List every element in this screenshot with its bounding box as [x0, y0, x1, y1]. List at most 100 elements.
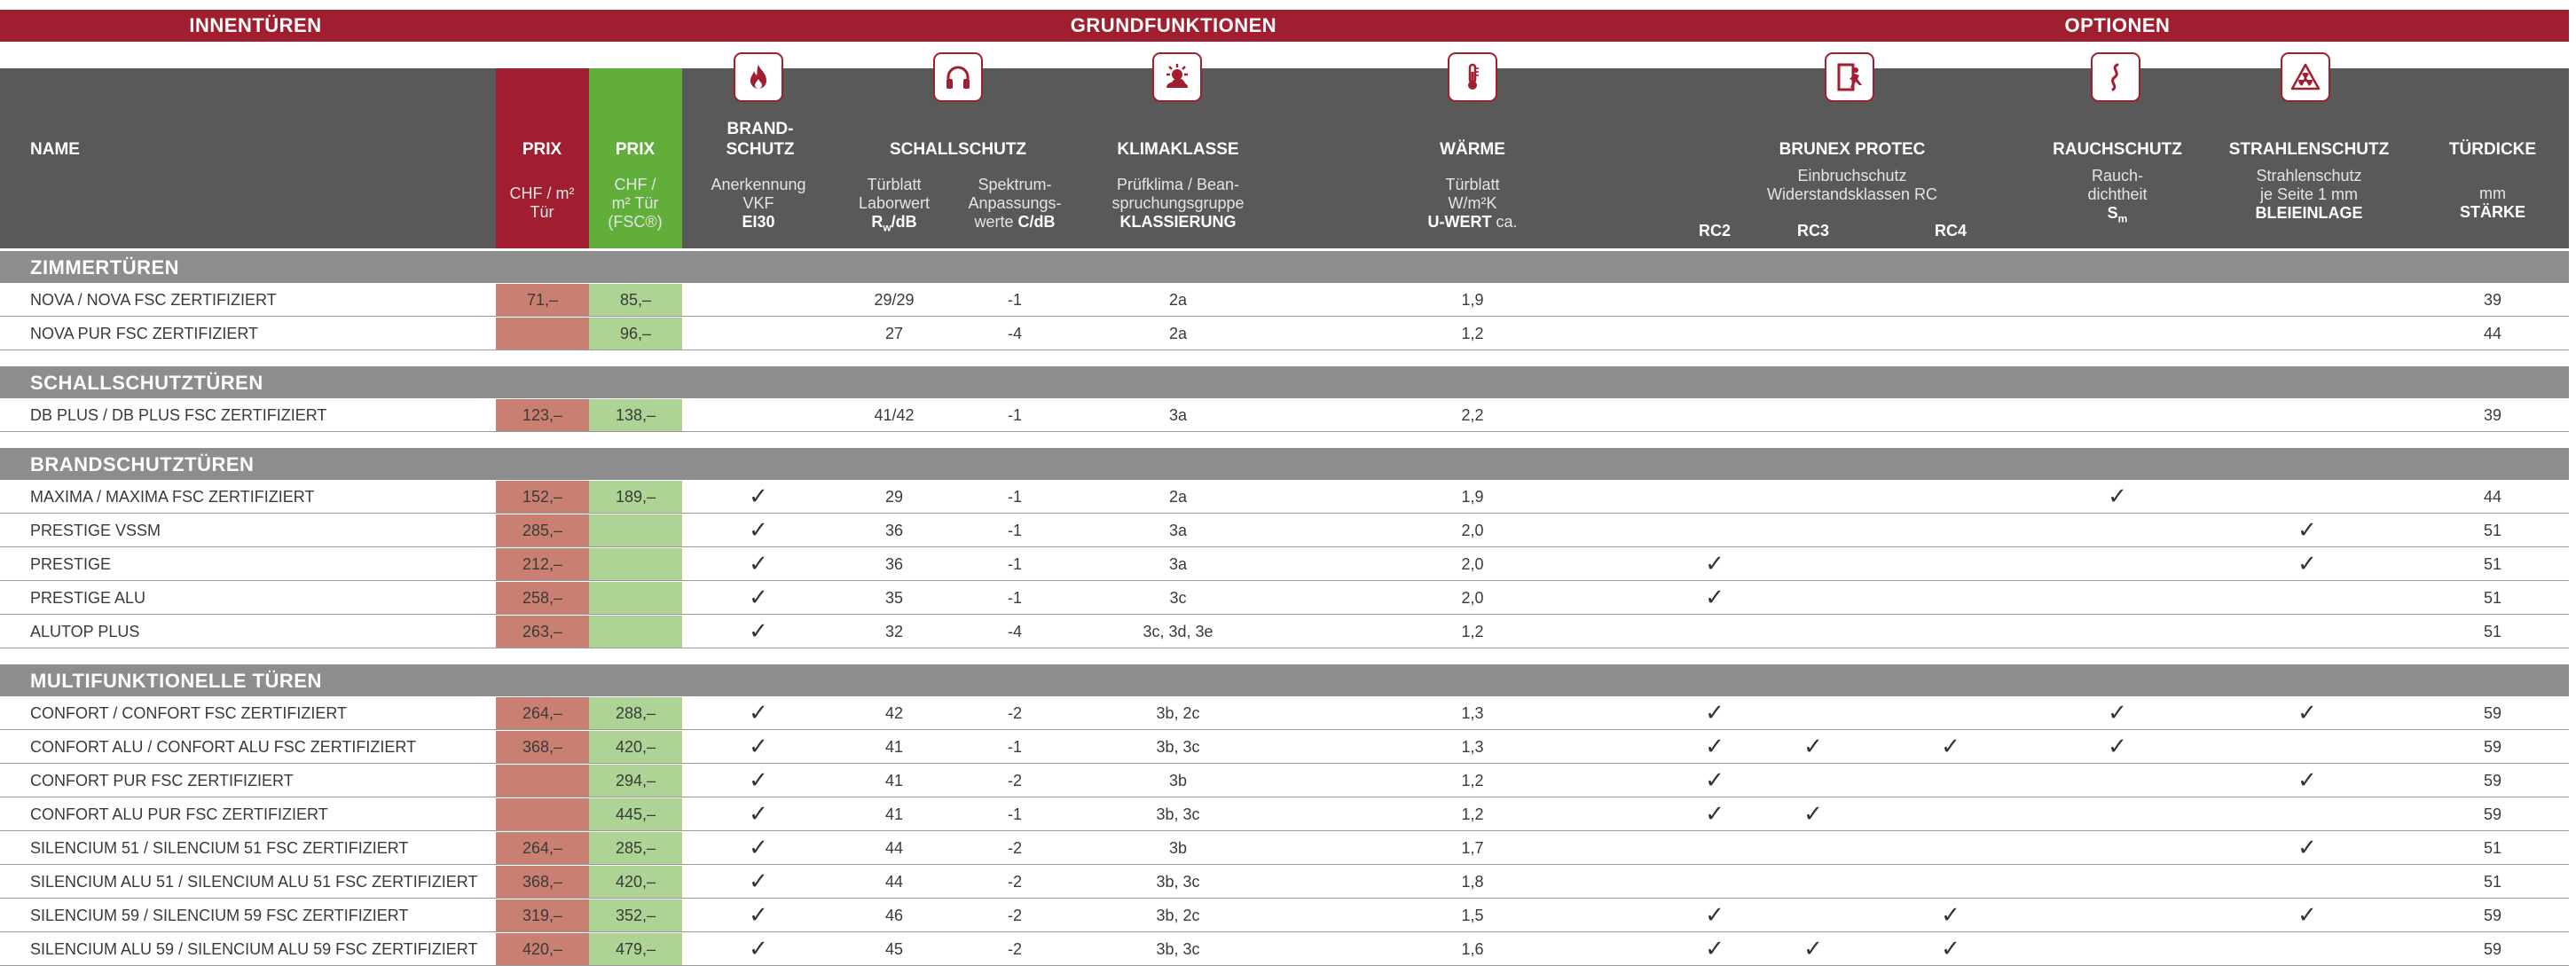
cell-c: -1 [1007, 738, 1023, 756]
prix-cell: 123,– [496, 399, 589, 431]
spektrum-sub-line3a: werte [974, 213, 1018, 231]
prix-sub: CHF / m² Tür [510, 185, 575, 222]
checkmark-icon: ✓ [749, 935, 768, 962]
cell-u: 1,5 [1461, 907, 1484, 924]
dicke-sub: mm STÄRKE [2460, 185, 2525, 222]
checkmark-icon: ✓ [2297, 834, 2317, 860]
checkmark-icon: ✓ [749, 516, 768, 543]
cell-klima: 2a [1168, 488, 1188, 506]
cell-c: -4 [1007, 623, 1023, 640]
prix-fsc-cell: 189,– [589, 481, 682, 513]
waerme-sub-line3a: U-WERT [1427, 213, 1492, 231]
product-name: NOVA PUR FSC ZERTIFIZIERT [30, 325, 259, 342]
laborwert-sub-line2: Laborwert [858, 194, 931, 212]
cell-rw: 29/29 [874, 291, 915, 309]
checkmark-icon: ✓ [2108, 733, 2127, 759]
checkmark-icon: ✓ [1803, 800, 1823, 827]
checkmark-icon: ✓ [749, 584, 768, 610]
laborwert-sub-line3: Rw/dB [871, 213, 917, 234]
prix-fsc-sub: CHF / m² Tür (FSC®) [608, 176, 662, 232]
smoke-icon [2091, 52, 2140, 102]
prix-value: 258,– [522, 589, 563, 607]
cell-rw: 45 [884, 940, 904, 958]
cell-mm: 59 [2483, 940, 2502, 958]
brunex-sub-line2: Widerstandsklassen RC [1766, 185, 1938, 203]
cell-klima: 3a [1168, 406, 1188, 424]
cell-klima: 2a [1168, 291, 1188, 309]
checkmark-icon: ✓ [2297, 901, 2317, 928]
cell-u: 2,0 [1461, 555, 1484, 573]
col-waerme-header: WÄRME [1440, 140, 1505, 159]
col-klimaklasse-header: KLIMAKLASSE [1117, 140, 1239, 159]
laborwert-sub-line1: Türblatt [867, 176, 922, 193]
prix-cell: 152,– [496, 481, 589, 513]
spektrum-sub-line2: Anpassungs- [968, 194, 1062, 212]
section-title: BRANDSCHUTZTÜREN [30, 453, 255, 475]
cell-c: -2 [1007, 907, 1023, 924]
table-row: 96,– NOVA PUR FSC ZERTIFIZIERT 27 -4 2a 1,2 44 [0, 318, 2569, 350]
checkmark-icon: ✓ [1705, 733, 1724, 759]
product-name: PRESTIGE ALU [30, 589, 146, 607]
waerme-sub-line3: U-WERT ca. [1428, 213, 1518, 232]
brandschutz-sub: Anerkennung VKF EI30 [711, 176, 805, 232]
cell-c: -2 [1007, 873, 1023, 891]
product-name: ALUTOP PLUS [30, 623, 140, 640]
prix-value: 319,– [522, 907, 563, 924]
cell-klima: 3b [1168, 772, 1188, 789]
prix-fsc-cell [589, 514, 682, 546]
cell-mm: 51 [2483, 555, 2502, 573]
rc4-header: RC4 [1934, 222, 1967, 240]
cell-klima: 3c [1169, 589, 1187, 607]
col-tuerdicke-header: TÜRDICKE [2448, 140, 2537, 159]
col-prix-fsc-header: PRIX [615, 140, 656, 159]
section-header: MULTIFUNKTIONELLE TÜREN [0, 664, 2569, 696]
prix-unit-line2: Tür [530, 203, 554, 221]
prix-fsc-value: 85,– [619, 291, 652, 309]
checkmark-icon: ✓ [749, 733, 768, 759]
prix-cell: 263,– [496, 616, 589, 648]
product-name: DB PLUS / DB PLUS FSC ZERTIFIZIERT [30, 406, 327, 424]
cell-mm: 51 [2483, 589, 2502, 607]
cell-c: -4 [1007, 325, 1023, 342]
waerme-sub: Türblatt W/m²K U-WERT ca. [1428, 176, 1518, 232]
col-brandschutz-header-2: SCHUTZ [726, 140, 795, 159]
cell-c: -1 [1007, 805, 1023, 823]
product-name: CONFORT PUR FSC ZERTIFIZIERT [30, 772, 294, 789]
section-title: ZIMMERTÜREN [30, 256, 180, 279]
prix-fsc-value: 420,– [615, 873, 656, 891]
table-row: 212,– PRESTIGE ✓ 36 -1 3a 2,0 ✓ ✓ 51 [0, 548, 2569, 581]
table-row: 263,– ALUTOP PLUS ✓ 32 -4 3c, 3d, 3e 1,2 51 [0, 616, 2569, 648]
cell-klima: 3b, 3c [1156, 805, 1200, 823]
cell-u: 1,2 [1461, 325, 1484, 342]
checkmark-icon: ✓ [749, 699, 768, 726]
cell-c: -2 [1007, 772, 1023, 789]
prix-fsc-value: 189,– [615, 488, 656, 506]
brandschutz-sub-line2: VKF [742, 194, 774, 212]
climate-icon [1152, 52, 1202, 102]
prix-cell: 420,– [496, 933, 589, 965]
checkmark-icon: ✓ [1803, 935, 1823, 962]
dicke-sub-line1: mm [2478, 185, 2506, 202]
cell-c: -1 [1007, 406, 1023, 424]
cell-u: 1,2 [1461, 623, 1484, 640]
thermometer-icon [1448, 52, 1497, 102]
klima-sub-line2: spruchungsgruppe [1111, 194, 1245, 212]
cell-rw: 41 [884, 738, 904, 756]
cell-mm: 51 [2483, 873, 2502, 891]
product-name: NOVA / NOVA FSC ZERTIFIZIERT [30, 291, 277, 309]
prix-fsc-value: 479,– [615, 940, 656, 958]
checkmark-icon: ✓ [2297, 550, 2317, 577]
cell-u: 1,7 [1461, 839, 1484, 857]
checkmark-icon: ✓ [1705, 584, 1724, 610]
cell-u: 2,0 [1461, 589, 1484, 607]
prix-fsc-cell: 352,– [589, 899, 682, 931]
prix-fsc-cell: 85,– [589, 284, 682, 316]
section-header: BRANDSCHUTZTÜREN [0, 448, 2569, 480]
prix-fsc-cell [589, 616, 682, 648]
prix-value: 368,– [522, 873, 563, 891]
col-brandschutz-header-1: BRAND- [726, 120, 794, 138]
col-name-header: NAME [30, 140, 80, 159]
cell-rw: 41/42 [874, 406, 915, 424]
strahlen-sub: Strahlenschutz je Seite 1 mm BLEIEINLAGE [2255, 167, 2362, 223]
prix-fsc-unit-line2: m² Tür [611, 194, 659, 212]
